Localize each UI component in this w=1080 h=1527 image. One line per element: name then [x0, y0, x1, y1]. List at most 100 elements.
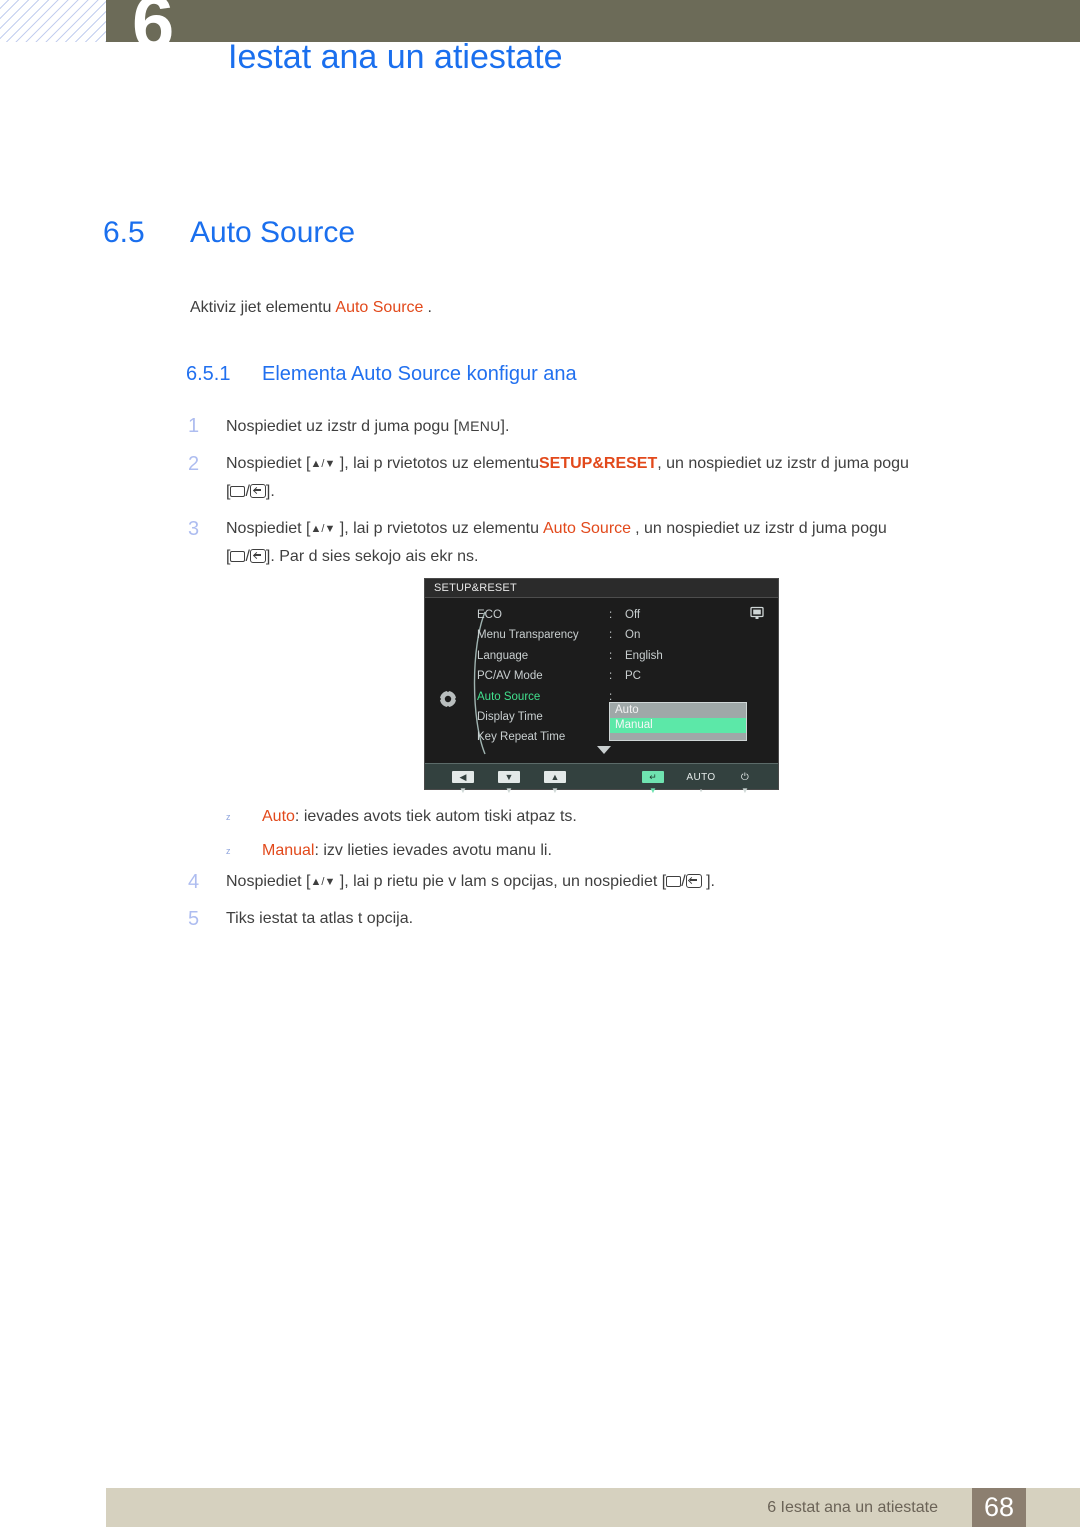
osd-button-auto[interactable]: AUTO ▪	[685, 767, 717, 795]
procedure-step: 2 Nospiediet [▲/▼ ], lai p rvietotos uz e…	[188, 450, 1018, 506]
subsection-number: 6.5.1	[186, 363, 231, 385]
step-text: ], lai p rvietotos uz elementu	[335, 455, 539, 472]
osd-button-down[interactable]: ▼ ▼	[493, 767, 525, 795]
enter-icon: ↵	[642, 771, 664, 783]
osd-item-value: English	[625, 649, 663, 662]
osd-menu-item[interactable]: ECO: Off	[477, 605, 777, 625]
step-line: Nospiediet uz izstr d juma pogu [MENU].	[226, 412, 1018, 441]
osd-item-label: Menu Transparency	[477, 629, 579, 642]
step-text: , un nospiediet uz izstr d juma pogu	[657, 455, 909, 472]
enter-button-icon	[249, 549, 266, 563]
osd-menu-item[interactable]: Language: English	[477, 646, 777, 666]
step-text: Nospiediet [	[226, 873, 311, 890]
footer-chapter-label: 6 Iestat ana un atiestate	[767, 1499, 938, 1516]
osd-item-value: PC	[625, 670, 641, 683]
step-line: Nospiediet [▲/▼ ], lai p rvietotos uz el…	[226, 515, 1018, 543]
procedure-step: 1 Nospiediet uz izstr d juma pogu [MENU].	[188, 412, 1018, 441]
step-number: 4	[188, 871, 200, 893]
chapter-title: Iestat ana un atiestate	[228, 38, 563, 76]
option-keyword: Auto	[262, 808, 295, 825]
osd-item-label: PC/AV Mode	[477, 670, 543, 683]
osd-button-indicator: ▼	[505, 786, 513, 795]
step-text: ].	[500, 418, 510, 435]
osd-menu-item[interactable]: Menu Transparency: On	[477, 625, 777, 645]
osd-screenshot: SETUP&RESET ECO: Off Menu Transparency …	[424, 578, 779, 795]
step-text: Nospiediet [	[226, 455, 311, 472]
osd-button-power[interactable]: ⏻ ▼	[729, 767, 761, 795]
auto-icon: AUTO	[686, 772, 716, 783]
subsection-heading: 6.5.1 Elementa Auto Source konfigur ana	[186, 362, 577, 386]
osd-item-label: Key Repeat Time	[477, 731, 566, 744]
down-icon: ▼	[498, 771, 520, 783]
step-number: 2	[188, 453, 200, 475]
option-text: : izv lieties ievades avotu manu li.	[314, 842, 552, 859]
osd-item-colon: :	[609, 649, 613, 662]
dropdown-option-manual[interactable]: Manual	[610, 718, 746, 733]
intro-text-after: .	[427, 299, 432, 316]
auto-source-dropdown[interactable]: Auto Manual	[609, 702, 747, 741]
gear-icon	[437, 688, 459, 710]
source-button-icon	[666, 876, 682, 887]
step-line: Nospiediet [▲/▼ ], lai p rvietotos uz el…	[226, 450, 1018, 478]
option-description-list: z Auto: ievades avots tiek autom tiski at…	[226, 800, 926, 868]
inline-keyword-bold: SETUP&RESET	[539, 455, 658, 472]
osd-item-label: Auto Source	[477, 690, 541, 703]
up-down-button-icon: ▲/▼	[310, 876, 336, 888]
osd-item-label: Display Time	[477, 710, 543, 723]
step-text: ].	[265, 483, 275, 500]
procedure-step-list: 1 Nospiediet uz izstr d juma pogu [MENU].…	[188, 412, 1018, 580]
left-icon: ◀	[452, 771, 474, 783]
osd-button-indicator: ▼	[459, 786, 467, 795]
step-body: Tiks iestat ta atlas t opcija.	[226, 905, 1018, 933]
bullet-marker-icon: z	[226, 846, 231, 856]
osd-item-label: ECO	[477, 609, 502, 621]
power-icon: ⏻	[740, 772, 750, 783]
osd-item-colon: :	[609, 629, 613, 642]
step-text: ], lai p rvietotos uz elementu	[335, 520, 539, 537]
up-icon: ▲	[544, 771, 566, 783]
osd-menu-item[interactable]: PC/AV Mode: PC	[477, 666, 777, 686]
step-line: Tiks iestat ta atlas t opcija.	[226, 905, 1018, 933]
step-body: Nospiediet [▲/▼ ], lai p rvietotos uz el…	[226, 450, 1018, 506]
osd-button-enter[interactable]: ↵ ▼	[637, 767, 669, 795]
osd-button-up[interactable]: ▲ ▼	[539, 767, 571, 795]
scroll-down-caret-icon[interactable]	[597, 746, 611, 754]
enter-button-icon	[249, 484, 266, 498]
procedure-step: 4 Nospiediet [▲/▼ ], lai p rietu pie v la…	[188, 868, 1018, 896]
osd-body: ECO: Off Menu Transparency: On Language: Engl…	[425, 598, 778, 765]
option-text: : ievades avots tiek autom tiski atpaz t…	[294, 808, 577, 825]
enter-button-icon	[685, 874, 702, 888]
option-description: z Auto: ievades avots tiek autom tiski at…	[226, 800, 926, 834]
section-title: Auto Source	[190, 216, 356, 249]
step-body: Nospiediet [▲/▼ ], lai p rietu pie v lam…	[226, 868, 1018, 896]
step-text: , un nospiediet uz izstr d juma pogu	[635, 520, 887, 537]
procedure-step-list-continued: 4 Nospiediet [▲/▼ ], lai p rietu pie v la…	[188, 868, 1018, 942]
up-down-button-icon: ▲/▼	[310, 523, 336, 535]
source-button-icon	[230, 486, 246, 497]
osd-button-indicator: ▪	[699, 786, 703, 795]
page-number: 68	[972, 1488, 1026, 1527]
step-text: Nospiediet [	[226, 520, 311, 537]
dropdown-option-auto[interactable]: Auto	[610, 703, 746, 718]
step-text: Tiks iestat ta atlas t opcija.	[226, 910, 414, 927]
bullet-marker-icon: z	[226, 812, 231, 822]
section-number: 6.5	[103, 216, 145, 249]
menu-keycap-label: MENU	[458, 418, 501, 434]
step-text: Nospiediet uz izstr d juma pogu [	[226, 418, 459, 435]
osd-button-indicator: ▼	[741, 786, 749, 795]
source-button-icon	[230, 551, 246, 562]
section-heading: 6.5 Auto Source	[103, 216, 355, 250]
osd-item-colon: :	[609, 670, 613, 683]
osd-button-left[interactable]: ◀ ▼	[447, 767, 479, 795]
step-number: 3	[188, 518, 200, 540]
chapter-header-bar	[106, 0, 1080, 42]
step-text: ].	[701, 873, 715, 890]
osd-item-colon: :	[609, 609, 613, 621]
step-body: Nospiediet uz izstr d juma pogu [MENU].	[226, 412, 1018, 441]
step-body: Nospiediet [▲/▼ ], lai p rvietotos uz el…	[226, 515, 1018, 571]
intro-keyword: Auto Source	[335, 299, 424, 316]
decorative-hatch-pattern	[0, 0, 106, 42]
option-description: z Manual: izv lieties ievades avotu manu …	[226, 834, 926, 868]
step-number: 1	[188, 415, 200, 437]
osd-button-bar: ◀ ▼ ▼ ▼ ▲ ▼ ↵ ▼ AUTO ▪ ⏻ ▼	[425, 763, 778, 795]
